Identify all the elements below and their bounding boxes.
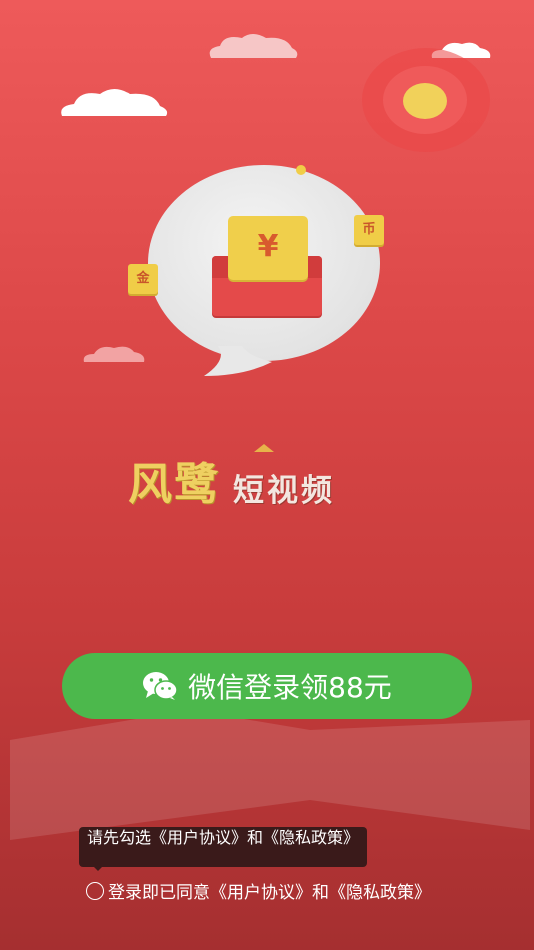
agreement-tooltip: 请先勾选《用户协议》和《隐私政策》	[79, 827, 367, 867]
gold-dot	[296, 165, 306, 175]
app-logo-main: 风鹭	[128, 459, 220, 510]
wechat-icon	[143, 672, 178, 700]
yen-symbol: ¥	[257, 229, 279, 264]
cloud-left	[61, 89, 168, 116]
agreement-row[interactable]: 登录即已同意《用户协议》和《隐私政策》	[86, 878, 431, 903]
coin-right: 币	[354, 215, 384, 245]
money-bill: ¥	[228, 216, 308, 280]
speech-bubble-tail	[204, 346, 272, 376]
sun-icon	[403, 83, 447, 119]
wechat-login-button[interactable]: 微信登录领88元	[62, 653, 472, 719]
agreement-text[interactable]: 登录即已同意《用户协议》和《隐私政策》	[108, 878, 431, 903]
agreement-radio[interactable]	[86, 881, 104, 900]
wechat-login-label: 微信登录领88元	[188, 671, 392, 704]
cloud-top	[209, 34, 298, 58]
logo-roof	[254, 444, 274, 452]
tooltip-arrow	[92, 865, 104, 871]
app-logo-sub: 短视频	[233, 473, 335, 509]
coin-left: 金	[128, 264, 158, 294]
cloud-small	[83, 346, 145, 362]
